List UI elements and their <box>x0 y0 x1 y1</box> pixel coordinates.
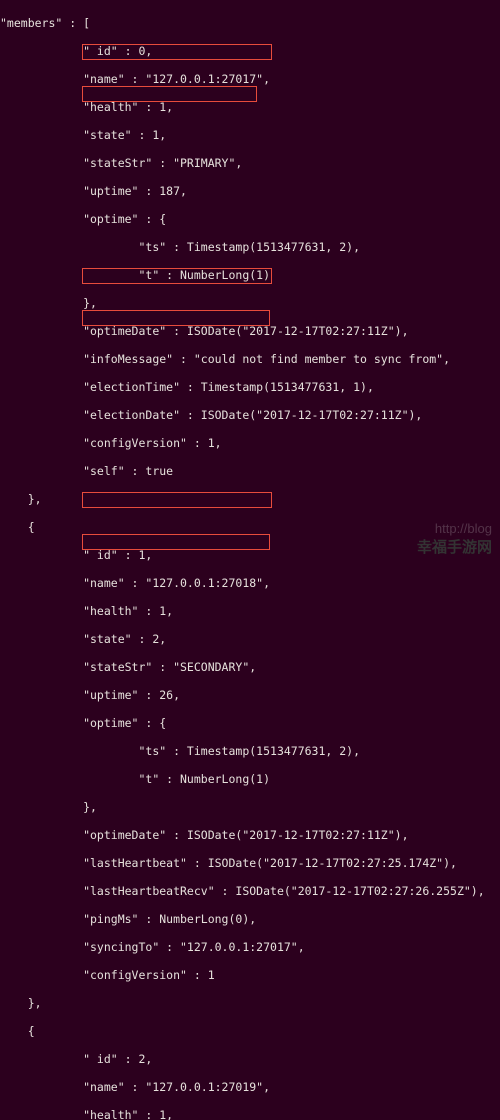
json-line: "health" : 1, <box>0 1108 500 1120</box>
json-line: "self" : true <box>0 464 500 478</box>
json-line: "optimeDate" : ISODate("2017-12-17T02:27… <box>0 828 500 842</box>
json-line: "uptime" : 187, <box>0 184 500 198</box>
json-line: "t" : NumberLong(1) <box>0 772 500 786</box>
json-line: "ts" : Timestamp(1513477631, 2), <box>0 240 500 254</box>
json-line: "pingMs" : NumberLong(0), <box>0 912 500 926</box>
json-line: " id" : 2, <box>0 1052 500 1066</box>
json-line: "lastHeartbeatRecv" : ISODate("2017-12-1… <box>0 884 500 898</box>
watermark-url: http://blog <box>435 522 492 536</box>
json-line: "configVersion" : 1 <box>0 968 500 982</box>
json-line: "ts" : Timestamp(1513477631, 2), <box>0 744 500 758</box>
json-line: "name" : "127.0.0.1:27017", <box>0 72 500 86</box>
json-line: " id" : 0, <box>0 44 500 58</box>
json-line: }, <box>0 800 500 814</box>
json-line: { <box>0 1024 500 1038</box>
json-line: "uptime" : 26, <box>0 688 500 702</box>
json-line: "health" : 1, <box>0 604 500 618</box>
code-block: "members" : [ " id" : 0, "name" : "127.0… <box>0 0 500 1120</box>
json-line: "stateStr" : "PRIMARY", <box>0 156 500 170</box>
json-line: "electionTime" : Timestamp(1513477631, 1… <box>0 380 500 394</box>
json-line: "state" : 2, <box>0 632 500 646</box>
json-line: "name" : "127.0.0.1:27018", <box>0 576 500 590</box>
json-line: "infoMessage" : "could not find member t… <box>0 352 500 366</box>
json-line: }, <box>0 492 500 506</box>
json-line: "electionDate" : ISODate("2017-12-17T02:… <box>0 408 500 422</box>
json-line: "syncingTo" : "127.0.0.1:27017", <box>0 940 500 954</box>
json-line: "name" : "127.0.0.1:27019", <box>0 1080 500 1094</box>
json-line: "optime" : { <box>0 212 500 226</box>
json-line: "state" : 1, <box>0 128 500 142</box>
json-line: { <box>0 520 500 534</box>
json-line: "configVersion" : 1, <box>0 436 500 450</box>
json-line: "optimeDate" : ISODate("2017-12-17T02:27… <box>0 324 500 338</box>
json-line: }, <box>0 296 500 310</box>
json-line: "lastHeartbeat" : ISODate("2017-12-17T02… <box>0 856 500 870</box>
json-line: "t" : NumberLong(1) <box>0 268 500 282</box>
json-line: "health" : 1, <box>0 100 500 114</box>
json-line: "optime" : { <box>0 716 500 730</box>
json-line: "stateStr" : "SECONDARY", <box>0 660 500 674</box>
json-line: "members" : [ <box>0 16 500 30</box>
watermark-text: 幸福手游网 <box>417 541 492 555</box>
json-line: }, <box>0 996 500 1010</box>
